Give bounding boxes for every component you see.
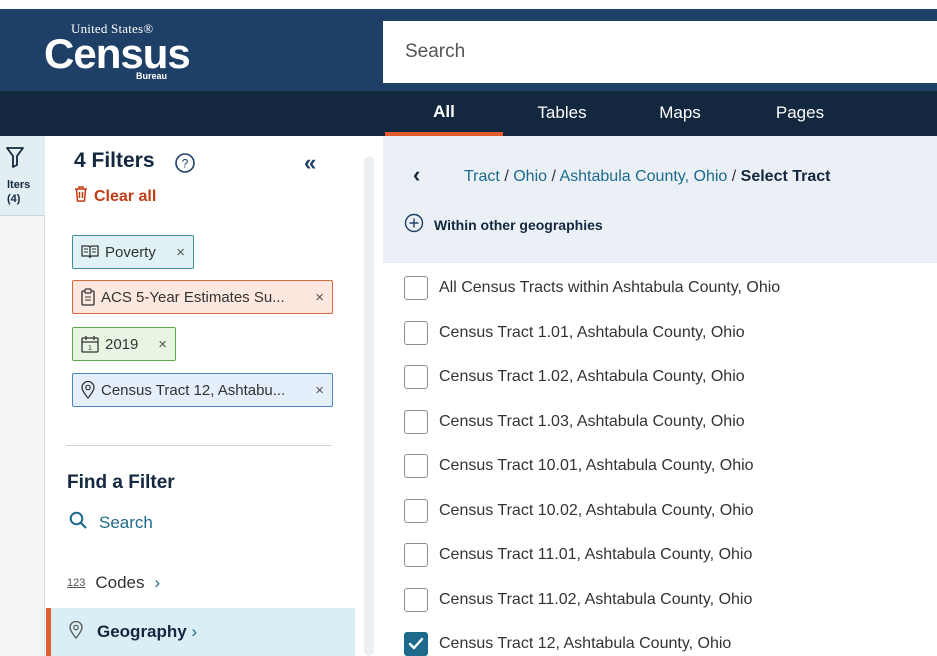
search-icon [69, 511, 87, 534]
remove-chip-icon[interactable]: × [176, 244, 185, 261]
filter-panel: 4 Filters ? « Clear all Poverty × ACS 5-… [46, 136, 377, 656]
tract-option-row[interactable]: Census Tract 1.02, Ashtabula County, Ohi… [404, 364, 745, 390]
remove-chip-icon[interactable]: × [315, 382, 324, 399]
logo-main-text: Census [44, 30, 191, 77]
filter-chip-survey[interactable]: ACS 5-Year Estimates Su... × [72, 280, 333, 314]
plus-circle-icon [404, 213, 424, 236]
divider [66, 445, 332, 446]
calendar-icon: 1 [81, 335, 99, 353]
geography-filter-link[interactable]: Geography › [46, 608, 355, 656]
checkbox[interactable] [404, 320, 428, 345]
checkbox[interactable] [404, 498, 428, 523]
checkmark-icon [408, 637, 424, 650]
census-logo[interactable]: United States® Census Bureau [44, 21, 191, 91]
chip-label: Poverty [105, 243, 156, 261]
tract-option-row[interactable]: Census Tract 10.01, Ashtabula County, Oh… [404, 453, 754, 479]
panel-scrollbar[interactable] [364, 156, 374, 656]
checkbox[interactable] [404, 454, 428, 478]
trash-icon [74, 186, 88, 207]
clear-all-label: Clear all [94, 187, 157, 205]
tract-option-label: Census Tract 1.03, Ashtabula County, Ohi… [439, 412, 745, 430]
tract-option-label: All Census Tracts within Ashtabula Count… [439, 279, 781, 296]
breadcrumb-ohio[interactable]: Ohio [513, 168, 547, 185]
chevron-right-icon: › [154, 573, 161, 592]
tract-option-row[interactable]: Census Tract 11.02, Ashtabula County, Oh… [404, 587, 752, 613]
codes-icon: 123 [67, 577, 86, 589]
tab-tables[interactable]: Tables [510, 91, 614, 136]
location-pin-icon [81, 381, 95, 399]
find-filter-title: Find a Filter [67, 472, 175, 493]
codes-label: Codes [95, 573, 145, 592]
breadcrumb-tract[interactable]: Tract [464, 168, 500, 185]
chip-label: 2019 [105, 335, 139, 353]
tract-option-row[interactable]: Census Tract 12, Ashtabula County, Ohio [404, 631, 731, 656]
tab-maps[interactable]: Maps [630, 91, 730, 136]
tab-all[interactable]: All [385, 91, 503, 136]
tab-pages[interactable]: Pages [750, 91, 850, 136]
filter-chip-geography[interactable]: Census Tract 12, Ashtabu... × [72, 373, 333, 407]
search-input[interactable] [405, 21, 937, 83]
clear-all-button[interactable]: Clear all [74, 186, 156, 207]
filters-strip: lters (4) [0, 136, 45, 656]
tract-option-row[interactable]: Census Tract 1.01, Ashtabula County, Ohi… [404, 320, 745, 346]
filter-chip-topic[interactable]: Poverty × [72, 235, 194, 269]
tract-option-label: Census Tract 1.02, Ashtabula County, Ohi… [439, 368, 745, 385]
tract-option-row[interactable]: Census Tract 1.03, Ashtabula County, Ohi… [404, 409, 745, 435]
filters-title: 4 Filters [74, 149, 155, 172]
result-tabs: All Tables Maps Pages [0, 91, 937, 136]
checkbox[interactable] [404, 409, 428, 434]
remove-chip-icon[interactable]: × [315, 289, 324, 306]
funnel-icon [6, 146, 24, 173]
codes-filter-link[interactable]: 123 Codes › [67, 573, 160, 593]
tract-option-row[interactable]: All Census Tracts within Ashtabula Count… [404, 275, 780, 301]
site-header: United States® Census Bureau [0, 0, 937, 91]
breadcrumb-current: Select Tract [740, 168, 831, 185]
within-other-geographies-button[interactable]: Within other geographies [404, 213, 603, 236]
logo-bottom-text: Bureau [136, 71, 168, 81]
tract-option-row[interactable]: Census Tract 10.02, Ashtabula County, Oh… [404, 498, 754, 524]
tract-option-label: Census Tract 10.02, Ashtabula County, Oh… [439, 501, 754, 519]
svg-text:1: 1 [88, 345, 92, 352]
filter-search-label: Search [99, 512, 153, 532]
tract-option-label: Census Tract 12, Ashtabula County, Ohio [439, 635, 732, 652]
collapse-panel-icon[interactable]: « [304, 150, 316, 176]
breadcrumb-separator: / [504, 168, 509, 185]
breadcrumb-separator: / [731, 168, 737, 185]
svg-text:?: ? [182, 157, 189, 171]
checkbox-checked[interactable] [404, 632, 428, 656]
help-icon[interactable]: ? [174, 152, 196, 179]
filters-toggle-button[interactable]: lters (4) [0, 136, 45, 216]
book-icon [81, 245, 99, 259]
location-pin-icon [69, 620, 83, 644]
tract-option-label: Census Tract 11.01, Ashtabula County, Oh… [439, 546, 753, 563]
global-search [383, 21, 937, 83]
geography-selector: ‹ Tract / Ohio / Ashtabula County, Ohio … [383, 136, 937, 656]
chevron-right-icon: › [191, 622, 198, 641]
remove-chip-icon[interactable]: × [158, 336, 167, 353]
tract-option-row[interactable]: Census Tract 11.01, Ashtabula County, Oh… [404, 542, 752, 568]
breadcrumb-county[interactable]: Ashtabula County, Ohio [559, 168, 727, 185]
clipboard-icon [81, 288, 95, 306]
within-label: Within other geographies [434, 216, 603, 233]
tract-option-label: Census Tract 10.01, Ashtabula County, Oh… [439, 457, 754, 474]
breadcrumb-separator: / [551, 168, 556, 185]
breadcrumb: Tract / Ohio / Ashtabula County, Ohio / … [464, 168, 830, 186]
chip-label: ACS 5-Year Estimates Su... [101, 288, 285, 306]
checkbox[interactable] [404, 543, 428, 567]
checkbox[interactable] [404, 276, 428, 300]
back-chevron-icon[interactable]: ‹ [413, 162, 420, 188]
checkbox[interactable] [404, 365, 428, 389]
tract-option-label: Census Tract 11.02, Ashtabula County, Oh… [439, 590, 753, 608]
filter-search-link[interactable]: Search [69, 511, 153, 534]
geography-label: Geography [97, 622, 187, 641]
breadcrumb-bar: ‹ Tract / Ohio / Ashtabula County, Ohio … [383, 136, 937, 263]
chip-label: Census Tract 12, Ashtabu... [101, 381, 286, 399]
checkbox[interactable] [404, 587, 428, 612]
filters-count-label: lters (4) [7, 179, 31, 205]
tract-option-label: Census Tract 1.01, Ashtabula County, Ohi… [439, 323, 745, 341]
filter-chip-year[interactable]: 1 2019 × [72, 327, 176, 361]
